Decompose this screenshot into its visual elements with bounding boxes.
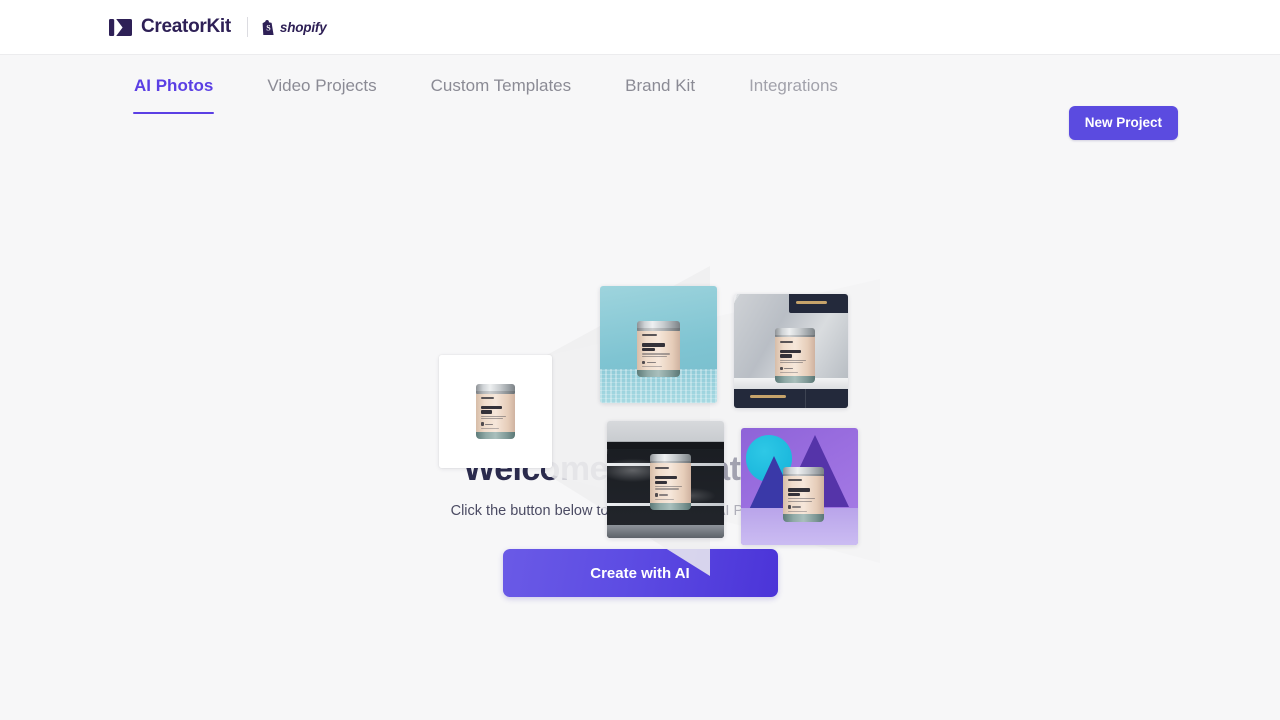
label-footer-text [480,427,499,429]
label-text-line [788,500,812,502]
label-text-line [655,486,683,488]
lower-cabinet [734,388,848,408]
jar-base [650,502,692,510]
label-badge-text [484,423,494,426]
label-text-line [779,362,803,364]
primary-navigation: AI Photos Video Projects Custom Template… [0,55,1280,140]
label-footer-text [788,510,807,512]
label-title-line-2 [779,354,792,358]
jar-lid [637,321,680,331]
jar-label [775,337,815,376]
label-text-line [642,355,667,357]
jar-lid [775,328,815,338]
label-title-line-2 [655,480,668,485]
tab-brand-kit[interactable]: Brand Kit [625,76,695,98]
jar-base [775,375,815,383]
brand-logo[interactable]: CreatorKit [109,16,231,38]
jar-label [650,463,692,503]
app-header: CreatorKit S shopify [0,0,1280,55]
label-badge-text [659,494,669,496]
generated-variant-purple-geometric[interactable] [741,428,858,545]
stone-floor [607,525,724,538]
product-jar [637,321,680,378]
label-badge [788,505,791,510]
label-brand-mark [788,479,802,482]
label-badge [642,360,646,365]
product-jar [783,466,825,522]
jar-lid [476,384,516,394]
label-badge-text [783,367,793,370]
jar-label [476,393,515,432]
hero-illustration [0,118,1280,576]
tab-video-projects[interactable]: Video Projects [267,76,376,98]
generated-variant-teal[interactable] [600,286,717,403]
svg-text:S: S [266,23,271,32]
label-badge [779,366,783,371]
label-badge [655,493,659,498]
label-title-line-1 [779,349,802,354]
label-text-line [655,488,679,490]
label-brand-mark [779,340,794,343]
product-jar [775,328,815,383]
label-brand-mark [642,334,657,337]
product-jar [476,384,516,439]
label-footer-text [655,498,675,500]
shopify-bag-icon: S [262,19,274,35]
label-text-line [480,415,507,417]
label-title-line-2 [642,347,656,352]
label-badge-text [646,361,656,364]
tab-ai-photos[interactable]: AI Photos [132,76,215,114]
shopify-badge: S shopify [262,19,327,35]
header-divider [246,17,248,37]
dark-band [607,442,724,450]
jar-label [783,475,825,515]
source-product-card[interactable] [439,355,552,468]
tab-list: AI Photos Video Projects Custom Template… [132,55,838,118]
jar-label [637,330,680,370]
jar-lid [783,466,825,477]
label-badge [480,422,484,427]
label-footer-text [642,366,662,368]
jar-base [637,369,680,378]
label-title-line-2 [480,410,493,414]
label-brand-mark [655,466,670,469]
upper-cabinet [788,294,848,314]
product-jar [650,453,692,510]
generated-variant-dark-stone[interactable] [607,421,724,538]
label-title-line-1 [642,343,666,347]
jar-lid [650,453,692,464]
jar-base [783,514,825,522]
shopify-wordmark: shopify [279,19,327,35]
tab-integrations[interactable]: Integrations [749,76,838,98]
label-title-line-2 [788,492,801,497]
video-play-icon [109,18,132,36]
generated-variant-marble-kitchen[interactable] [734,294,848,408]
hero-stage [410,261,910,581]
tab-custom-templates[interactable]: Custom Templates [431,76,571,98]
label-text-line [480,417,504,420]
label-title-line-1 [480,405,502,410]
label-text-line [788,498,816,500]
label-brand-mark [480,397,494,399]
jar-base [476,431,515,439]
label-title-line-1 [655,475,678,480]
label-text-line [642,353,671,355]
label-title-line-1 [788,488,811,492]
brand-name: CreatorKit [141,16,231,37]
label-text-line [779,359,807,361]
label-footer-text [779,371,799,374]
label-badge-text [792,506,802,508]
